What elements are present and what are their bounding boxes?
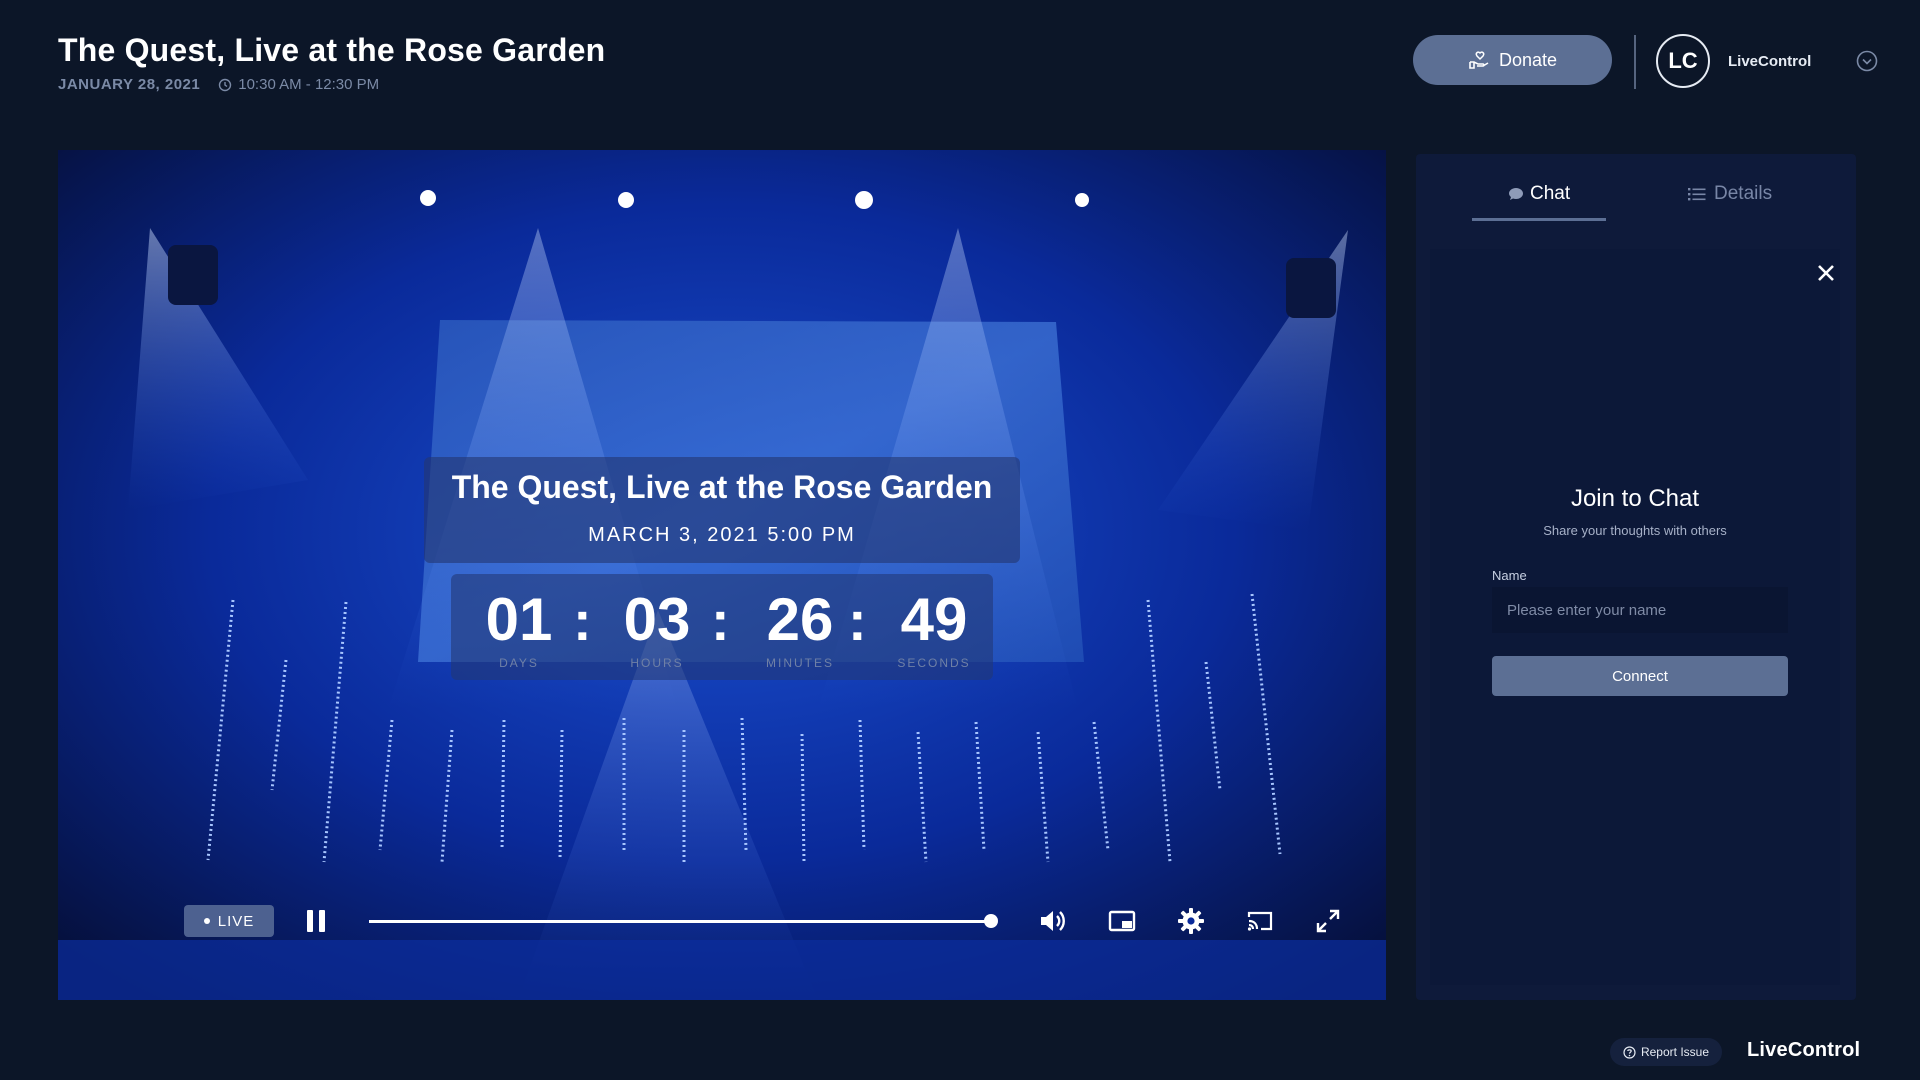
countdown-timer: 01 DAYS : 03 HOURS : 26 MINUTES : 49 SEC…: [451, 574, 993, 680]
player-controls: LIVE: [108, 885, 1386, 955]
countdown-separator: :: [573, 589, 592, 652]
name-field-label: Name: [1492, 568, 1527, 583]
page-title: The Quest, Live at the Rose Garden: [58, 32, 606, 68]
pause-button[interactable]: [300, 905, 332, 937]
side-panel: Chat Details Join to Chat Share your tho…: [1416, 154, 1856, 1000]
countdown-minutes: 26 MINUTES: [745, 584, 855, 670]
countdown-seconds-value: 49: [900, 586, 968, 653]
countdown-separator: :: [848, 589, 867, 652]
tab-details-label: Details: [1714, 183, 1773, 204]
countdown-event-date: MARCH 3, 2021 5:00 PM: [588, 524, 856, 546]
header-divider: [1634, 35, 1636, 89]
tab-chat[interactable]: Chat: [1508, 174, 1570, 214]
gear-icon: [1178, 908, 1204, 934]
event-date: JANUARY 28, 2021: [58, 76, 201, 93]
event-time: 10:30 AM - 12:30 PM: [238, 76, 380, 93]
cast-icon: [1247, 911, 1273, 931]
help-circle-icon: [1623, 1045, 1636, 1059]
live-dot-icon: [203, 918, 210, 924]
tab-chat-label: Chat: [1530, 183, 1571, 204]
tab-details[interactable]: Details: [1688, 174, 1772, 214]
avatar[interactable]: LC: [1656, 34, 1710, 88]
donate-hand-icon: [1469, 51, 1489, 69]
countdown-hours-label: HOURS: [630, 656, 684, 670]
picture-in-picture-button[interactable]: [1106, 905, 1138, 937]
volume-button[interactable]: [1037, 905, 1069, 937]
countdown-days-value: 01: [485, 586, 553, 653]
close-icon[interactable]: [1814, 261, 1838, 285]
countdown-hours-value: 03: [623, 586, 691, 653]
report-issue-button[interactable]: Report Issue: [1610, 1038, 1722, 1066]
name-input[interactable]: [1492, 587, 1788, 633]
report-issue-label: Report Issue: [1640, 1045, 1710, 1059]
chat-join-panel: Join to Chat Share your thoughts with ot…: [1430, 249, 1840, 985]
settings-button[interactable]: [1175, 905, 1207, 937]
chevron-down-icon[interactable]: [1856, 50, 1878, 72]
live-label: LIVE: [217, 912, 255, 930]
volume-icon: [1041, 911, 1065, 931]
donate-label: Donate: [1498, 49, 1558, 70]
join-chat-subtitle: Share your thoughts with others: [1543, 523, 1727, 538]
org-name[interactable]: LiveControl: [1728, 53, 1811, 70]
progress-bar[interactable]: [369, 914, 998, 928]
list-icon: [1688, 188, 1706, 201]
countdown-hours: 03 HOURS: [607, 584, 707, 670]
progress-thumb[interactable]: [984, 914, 998, 928]
chat-bubble-icon: [1509, 188, 1523, 200]
fullscreen-button[interactable]: [1312, 905, 1344, 937]
video-player[interactable]: The Quest, Live at the Rose Garden MARCH…: [58, 150, 1386, 1000]
expand-icon: [1316, 909, 1340, 933]
countdown-seconds-label: SECONDS: [897, 656, 971, 670]
countdown-separator: :: [711, 589, 730, 652]
pause-icon: [307, 910, 325, 932]
countdown-event-title: The Quest, Live at the Rose Garden: [451, 469, 993, 505]
live-badge[interactable]: LIVE: [184, 905, 274, 937]
countdown-days-label: DAYS: [499, 656, 539, 670]
event-meta: JANUARY 28, 2021 10:30 AM - 12:30 PM: [58, 76, 379, 93]
countdown-days: 01 DAYS: [469, 584, 569, 670]
countdown-minutes-value: 26: [766, 586, 834, 653]
donate-button[interactable]: Donate: [1413, 35, 1612, 85]
cast-button[interactable]: [1244, 905, 1276, 937]
clock-icon: [219, 78, 232, 91]
countdown-minutes-label: MINUTES: [766, 656, 834, 670]
join-chat-title: Join to Chat: [1570, 485, 1700, 512]
countdown-seconds: 49 SECONDS: [879, 584, 989, 670]
picture-in-picture-icon: [1108, 910, 1136, 932]
footer-logo: LiveControl: [1747, 1039, 1861, 1061]
connect-button[interactable]: Connect: [1492, 656, 1788, 696]
active-tab-indicator: [1472, 218, 1606, 221]
countdown-card: The Quest, Live at the Rose Garden MARCH…: [424, 457, 1020, 563]
